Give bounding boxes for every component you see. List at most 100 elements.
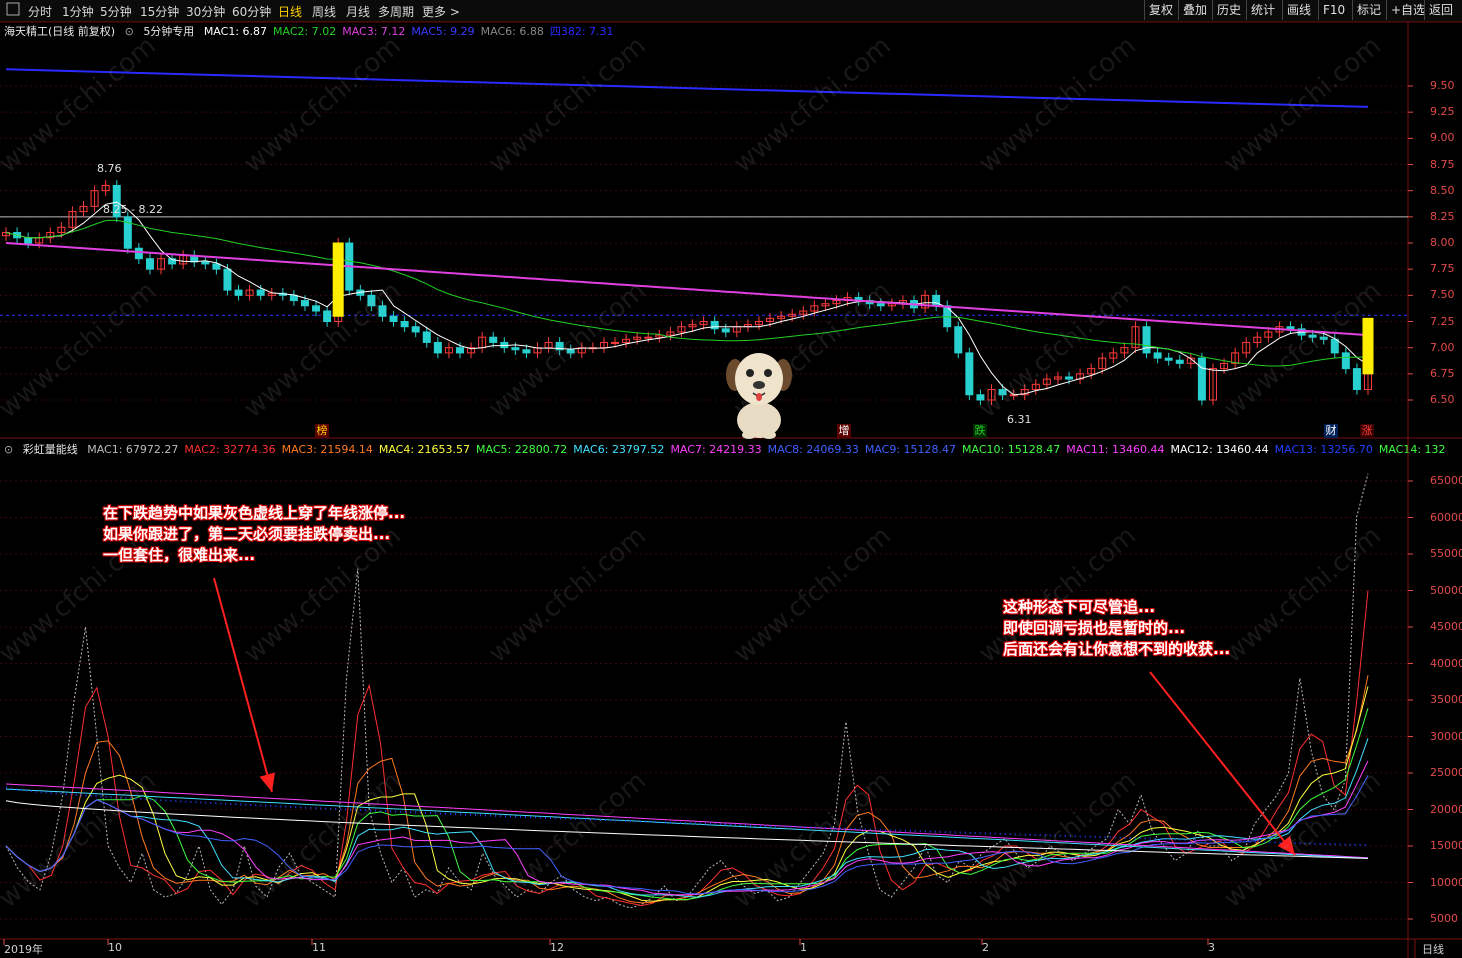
x-axis-label: 2019年 xyxy=(4,943,43,956)
volume-axis-label: 55000 xyxy=(1430,547,1462,560)
volume-rainbow-line-6 xyxy=(5,775,1369,895)
candle-body xyxy=(489,336,498,343)
candle-body xyxy=(212,263,221,270)
candle-body xyxy=(1341,352,1350,370)
price-axis-label: 9.50 xyxy=(1430,79,1455,92)
event-marker-3[interactable]: 财 xyxy=(1324,424,1338,438)
price-axis-label: 9.00 xyxy=(1430,131,1455,145)
candle-body xyxy=(456,347,464,354)
candle-body xyxy=(511,347,520,351)
candle-body xyxy=(522,349,531,354)
annotation-left-line-3: 一但套住，很难出来... xyxy=(103,546,256,564)
volume-rainbow-line-4 xyxy=(5,738,1369,898)
candle-body xyxy=(965,352,974,396)
candle-body xyxy=(234,289,243,296)
volume-rainbow-line-5 xyxy=(5,760,1369,896)
x-axis-label: 10 xyxy=(108,941,122,954)
candle-body xyxy=(644,336,653,339)
volume-axis-label: 35000 xyxy=(1430,693,1462,706)
candle-body xyxy=(1175,359,1184,364)
period-label[interactable]: 日线 xyxy=(1422,941,1444,957)
candle-body xyxy=(433,341,442,354)
limit-up-bar xyxy=(1362,317,1374,375)
candle-body xyxy=(1330,338,1339,354)
price-axis-label: 8.00 xyxy=(1430,236,1455,249)
ma-line-mac1 xyxy=(5,201,1369,396)
price-axis-label: 7.00 xyxy=(1430,340,1455,354)
high-price-label: 8.76 xyxy=(97,162,122,175)
candle-body xyxy=(710,321,719,330)
price-axis-label: 9.25 xyxy=(1430,105,1455,119)
x-axis-label: 2 xyxy=(982,941,989,954)
candle-body xyxy=(1319,336,1328,340)
limit-up-bar xyxy=(332,242,344,317)
candle-body xyxy=(422,331,431,343)
volume-axis-label: 25000 xyxy=(1430,766,1462,779)
volume-axis-label: 20000 xyxy=(1430,802,1462,816)
candle-body xyxy=(721,328,730,333)
candle-body xyxy=(378,305,387,317)
arrow-right-annotation xyxy=(1149,671,1296,856)
price-axis-label: 6.50 xyxy=(1430,393,1455,406)
candle-body xyxy=(1286,326,1295,330)
event-marker-2[interactable]: 跌 xyxy=(973,424,987,438)
candle-body xyxy=(954,326,963,354)
volume-axis-label: 50000 xyxy=(1430,583,1462,597)
candle-body xyxy=(1164,357,1173,361)
x-axis-label: 11 xyxy=(312,941,326,954)
x-axis-label: 1 xyxy=(800,941,807,954)
candle-body xyxy=(566,349,575,354)
ma-line-mac2 xyxy=(5,219,1369,367)
candle-body xyxy=(134,247,143,260)
candle-body xyxy=(1197,357,1206,401)
candle-body xyxy=(1153,352,1162,359)
event-marker-4[interactable]: 涨 xyxy=(1360,424,1374,438)
candle-body xyxy=(389,315,398,322)
candle-body xyxy=(323,310,332,322)
candle-body xyxy=(201,261,210,265)
volume-axis-label: 65000 xyxy=(1430,474,1462,487)
main-chart[interactable] xyxy=(0,0,1462,958)
volume-rainbow-line-1 xyxy=(5,675,1369,904)
price-axis-label: 7.25 xyxy=(1430,314,1455,328)
candle-body xyxy=(312,305,321,312)
annotation-left: 在下跌趋势中如果灰色虚线上穿了年线涨停... 如果你跟进了，第二天必须要挂跌停卖… xyxy=(103,503,405,566)
annotation-right: 这种形态下可尽管追... 即使回调亏损也是暂时的... 后面还会有让你意想不到的… xyxy=(1003,597,1230,660)
candle-body xyxy=(256,289,265,296)
price-axis-label: 6.75 xyxy=(1430,366,1455,380)
candle-body xyxy=(1308,334,1317,338)
candle-body xyxy=(976,394,985,401)
event-marker-0[interactable]: 榜 xyxy=(315,424,329,438)
volume-axis-label: 30000 xyxy=(1430,729,1462,743)
candle-body xyxy=(411,326,420,333)
price-axis-label: 8.50 xyxy=(1430,183,1455,197)
volume-axis-label: 15000 xyxy=(1430,839,1462,852)
candle-body xyxy=(24,237,33,244)
candle-body xyxy=(223,268,232,291)
annotation-right-line-1: 这种形态下可尽管追... xyxy=(1003,598,1156,616)
volume-axis-label: 40000 xyxy=(1430,656,1462,670)
annotation-right-line-2: 即使回调亏损也是暂时的... xyxy=(1003,619,1186,637)
low-price-label: 6.31 xyxy=(1007,413,1032,426)
x-axis-label: 12 xyxy=(550,941,564,954)
arrow-left-annotation-head xyxy=(259,772,276,792)
candle-body xyxy=(367,294,376,307)
annotation-left-line-2: 如果你跟进了，第二天必须要挂跌停卖出... xyxy=(103,525,391,543)
candle-body xyxy=(611,341,620,344)
arrow-left-annotation xyxy=(213,577,273,793)
candle-body xyxy=(145,258,154,270)
volume-rainbow-line-2 xyxy=(5,686,1369,902)
candle-body xyxy=(876,303,885,307)
candle-body xyxy=(400,321,409,328)
price-axis-label: 8.75 xyxy=(1430,157,1455,171)
price-axis-label: 8.25 xyxy=(1430,209,1455,223)
dog-mascot-image xyxy=(723,345,795,440)
price-axis-label: 7.50 xyxy=(1430,288,1455,302)
x-axis-label: 3 xyxy=(1208,941,1215,954)
volume-axis-label: 10000 xyxy=(1430,875,1462,889)
candle-body xyxy=(1352,368,1361,391)
volume-axis-label: 60000 xyxy=(1430,510,1462,524)
event-marker-1[interactable]: 增 xyxy=(837,424,851,438)
price-axis-label: 7.75 xyxy=(1430,262,1455,276)
candle-body xyxy=(1065,376,1074,380)
